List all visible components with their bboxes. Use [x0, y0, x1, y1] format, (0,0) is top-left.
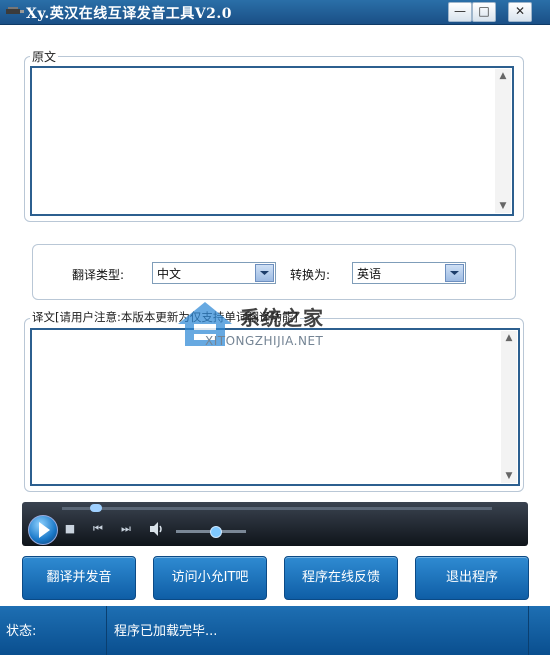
status-message-cell: 程序已加载完毕...	[108, 606, 529, 655]
title-bar: Xy.英汉在线互译发音工具V2.0 — □ ✕	[0, 0, 550, 25]
chevron-down-icon[interactable]	[445, 264, 464, 282]
target-label: 转换为:	[290, 268, 331, 282]
play-button[interactable]	[28, 515, 58, 545]
translate-type-label: 翻译类型:	[72, 268, 125, 282]
chevron-down-icon[interactable]	[255, 264, 274, 282]
exit-button[interactable]: 退出程序	[415, 556, 529, 600]
close-icon: ✕	[514, 4, 526, 18]
translate-type-value: 中文	[157, 267, 182, 281]
result-scrollbar[interactable]: ▲ ▼	[501, 331, 517, 483]
source-textarea[interactable]: ▲ ▼	[30, 66, 514, 216]
media-player: ■ ⏮ ⏭	[22, 502, 528, 546]
seek-handle[interactable]	[90, 504, 103, 512]
source-scrollbar[interactable]: ▲ ▼	[495, 69, 511, 213]
app-window: Xy.英汉在线互译发音工具V2.0 — □ ✕ 原文 ▲ ▼ 翻译类型: 中文 …	[0, 0, 550, 655]
scroll-down-icon[interactable]: ▼	[501, 469, 517, 483]
volume-icon[interactable]	[148, 521, 166, 537]
status-bar: 状态: 程序已加载完毕...	[0, 606, 550, 655]
target-select[interactable]: 英语	[352, 262, 466, 284]
watermark-text: 系统之家	[240, 306, 324, 330]
status-label-cell: 状态:	[0, 606, 107, 655]
status-label: 状态:	[6, 624, 37, 639]
feedback-button[interactable]: 程序在线反馈	[284, 556, 398, 600]
scroll-up-icon[interactable]: ▲	[501, 331, 517, 345]
status-message: 程序已加载完毕...	[114, 624, 218, 639]
next-icon[interactable]: ⏭	[120, 523, 132, 535]
minimize-icon: —	[454, 4, 466, 18]
source-label: 原文	[30, 48, 59, 65]
window-title: Xy.英汉在线互译发音工具V2.0	[26, 6, 232, 22]
visit-site-button[interactable]: 访问小允IT吧	[153, 556, 267, 600]
watermark-sub: XITONGZHIJIA.NET	[205, 334, 324, 348]
maximize-icon: □	[478, 4, 490, 18]
minimize-button[interactable]: —	[448, 2, 472, 22]
previous-icon[interactable]: ⏮	[92, 523, 104, 535]
maximize-button[interactable]: □	[472, 2, 496, 22]
close-button[interactable]: ✕	[508, 2, 532, 22]
seek-bar[interactable]	[62, 507, 492, 510]
scroll-down-icon[interactable]: ▼	[495, 199, 511, 213]
scroll-up-icon[interactable]: ▲	[495, 69, 511, 83]
translate-type-select[interactable]: 中文	[152, 262, 276, 284]
volume-handle[interactable]	[209, 526, 222, 538]
app-icon	[6, 7, 24, 14]
stop-icon[interactable]: ■	[64, 523, 76, 535]
watermark-logo: 系统之家 XITONGZHIJIA.NET	[170, 294, 370, 364]
play-icon	[39, 522, 50, 538]
translate-speak-button[interactable]: 翻译并发音	[22, 556, 136, 600]
target-value: 英语	[357, 267, 382, 281]
